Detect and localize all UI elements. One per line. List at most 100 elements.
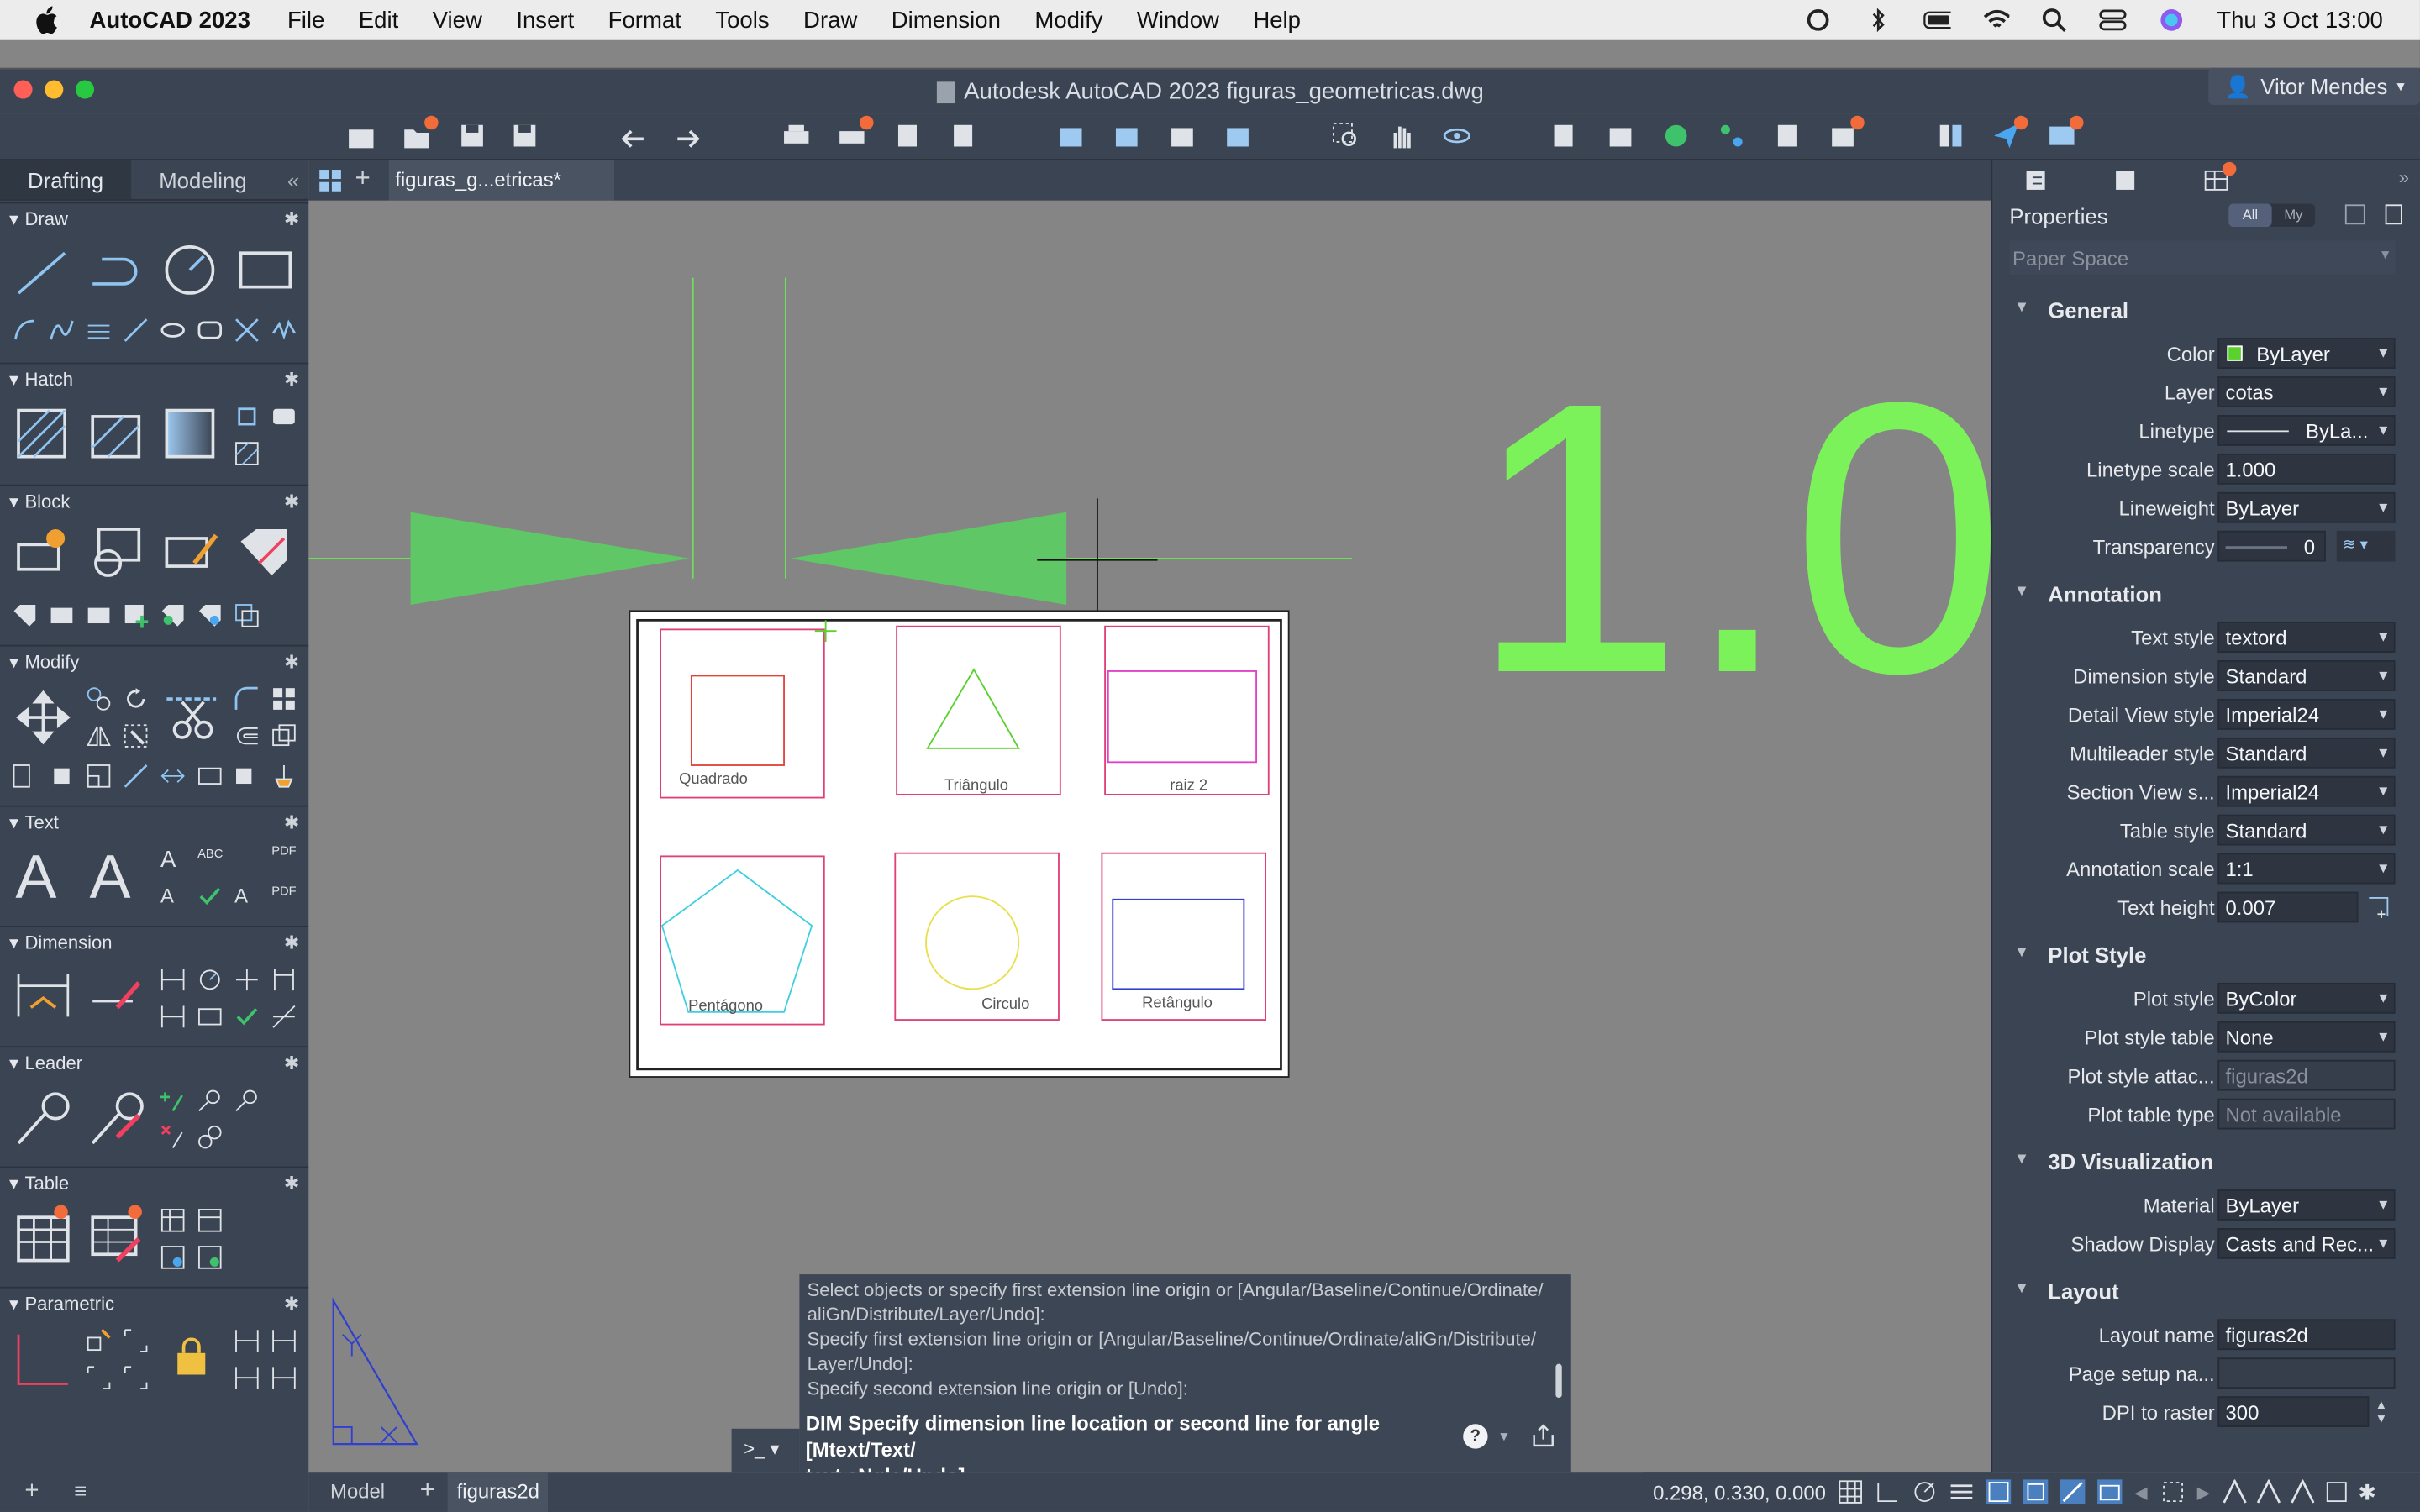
dpi-field[interactable]: 300: [2217, 1396, 2370, 1427]
shadow-display-dropdown[interactable]: Casts and Rec...: [2217, 1228, 2396, 1259]
aligned-constraint-icon[interactable]: [271, 1328, 296, 1352]
new-tab-button[interactable]: +: [355, 164, 370, 195]
ordinate-dim-icon[interactable]: [160, 1005, 185, 1029]
section-table-header[interactable]: ▾ Table ✱: [0, 1168, 308, 1199]
fillet-tool-icon[interactable]: [234, 686, 259, 711]
ray-tool-icon[interactable]: [124, 318, 148, 342]
layer-walk-icon[interactable]: [1772, 120, 1803, 151]
gradient-tool-icon[interactable]: [164, 407, 215, 459]
command-input-button[interactable]: >_ ▾: [731, 1428, 800, 1473]
filter-all-button[interactable]: All: [2228, 203, 2272, 227]
coordinates-readout[interactable]: 0.298, 0.330, 0.000: [1653, 1480, 1826, 1504]
collect-leader-icon[interactable]: [234, 1088, 259, 1112]
layer-dropdown[interactable]: cotas: [2217, 376, 2396, 407]
add-palette-icon[interactable]: +: [24, 1478, 39, 1506]
pan-hand-icon[interactable]: [1386, 120, 1417, 151]
publish-icon[interactable]: [892, 120, 923, 151]
multiline-text-icon[interactable]: A: [15, 847, 56, 908]
menu-help[interactable]: Help: [1253, 7, 1301, 33]
hatch-lines-icon[interactable]: [87, 318, 111, 342]
section-draw-header[interactable]: ▾ Draw ✱: [0, 203, 308, 234]
layout-name-field[interactable]: figuras2d: [2217, 1319, 2396, 1351]
show-constraints-icon[interactable]: [124, 1365, 148, 1389]
rotate-tool-icon[interactable]: [124, 686, 148, 711]
dim-edit-icon[interactable]: [197, 1005, 222, 1029]
selection-dropdown[interactable]: Paper Space ▾: [2009, 240, 2396, 275]
tab-modeling[interactable]: Modeling: [131, 160, 274, 199]
hatch-tool-icon[interactable]: [15, 407, 66, 459]
gear-icon[interactable]: ✱: [284, 1293, 299, 1315]
find-text-icon[interactable]: A: [160, 884, 185, 908]
zoom-window-icon[interactable]: [1330, 120, 1361, 151]
pdf-import-icon[interactable]: PDF: [271, 884, 296, 908]
move-tool-icon[interactable]: [15, 690, 71, 745]
linear-constraint-icon[interactable]: [234, 1328, 259, 1352]
material-dropdown[interactable]: ByLayer: [2217, 1189, 2396, 1221]
constraint-bar-icon[interactable]: [87, 1365, 111, 1389]
plot-style-table-dropdown[interactable]: None: [2217, 1021, 2396, 1053]
trim-tool-icon[interactable]: [164, 686, 217, 739]
control-center-icon[interactable]: [2100, 9, 2128, 31]
xline-tool-icon[interactable]: [234, 318, 259, 342]
multileader-style-icon[interactable]: [90, 1091, 144, 1145]
cloud-save-icon[interactable]: [1223, 120, 1254, 151]
dimensional-constraint-icon[interactable]: [164, 1328, 201, 1365]
rectangle-tool-icon[interactable]: [238, 250, 292, 289]
gear-icon[interactable]: ✱: [284, 932, 299, 953]
check-text-icon[interactable]: [197, 884, 222, 908]
auto-scale-icon[interactable]: [2256, 1478, 2281, 1504]
transparency-field[interactable]: 0: [2217, 530, 2326, 562]
group-general[interactable]: ▼ General: [1992, 291, 2420, 328]
gear-icon[interactable]: ✱: [284, 811, 299, 833]
auto-constrain-icon[interactable]: [87, 1328, 111, 1352]
undo-icon[interactable]: [618, 120, 649, 151]
table-refresh-icon[interactable]: [197, 1245, 222, 1269]
command-window[interactable]: Select objects or specify first extensio…: [799, 1274, 1571, 1488]
plot-style-dropdown[interactable]: ByColor: [2217, 982, 2396, 1014]
pdf-text-icon[interactable]: PDF: [271, 844, 296, 869]
selection-cycling-icon[interactable]: [2023, 1479, 2049, 1504]
menu-draw[interactable]: Draw: [803, 7, 857, 33]
insert-block-icon[interactable]: [15, 526, 66, 571]
collapse-properties-icon[interactable]: »: [2399, 166, 2409, 188]
open-file-icon[interactable]: [402, 115, 439, 151]
group-plot-style[interactable]: ▼ Plot Style: [1992, 937, 2420, 974]
export-icon[interactable]: [1111, 120, 1142, 151]
wifi-icon[interactable]: [1982, 9, 2011, 31]
dpi-stepper[interactable]: ▲ ▼: [2375, 1398, 2388, 1425]
oblique-dim-icon[interactable]: [271, 1005, 296, 1029]
spline-tool-icon[interactable]: [50, 318, 74, 342]
linetype-dropdown[interactable]: ByLa...: [2217, 415, 2396, 446]
gear-icon[interactable]: ✱: [284, 208, 299, 230]
layer-properties-icon[interactable]: [1549, 120, 1581, 151]
layer-merge-icon[interactable]: [1828, 115, 1865, 151]
save-as-icon[interactable]: [509, 120, 540, 151]
chevron-down-icon[interactable]: ▾: [1500, 1425, 1507, 1450]
section-hatch-header[interactable]: ▾ Hatch ✱: [0, 364, 308, 395]
stretch-tool-icon[interactable]: [124, 723, 148, 748]
boundary-tool-icon[interactable]: [234, 404, 259, 428]
baseline-dim-icon[interactable]: [271, 968, 296, 992]
plot-icon[interactable]: [781, 120, 812, 151]
batch-plot-icon[interactable]: [836, 115, 874, 151]
menu-dimension[interactable]: Dimension: [892, 7, 1001, 33]
super-hatch-icon[interactable]: [234, 441, 259, 465]
linetype-scale-field[interactable]: 1.000: [2217, 453, 2396, 485]
dimension-text[interactable]: 1.0: [1470, 345, 1991, 731]
lineweight-dropdown[interactable]: ByLayer: [2217, 491, 2396, 523]
radius-dim-icon[interactable]: [197, 968, 222, 992]
edit-polyline-icon[interactable]: [197, 764, 222, 788]
continue-dim-icon[interactable]: [234, 968, 259, 992]
lineweight-icon[interactable]: [1949, 1479, 1974, 1504]
add-leader-icon[interactable]: [160, 1088, 185, 1112]
section-text-header[interactable]: ▾ Text ✱: [0, 807, 308, 838]
battery-icon[interactable]: [1923, 9, 1952, 31]
text-style-dropdown[interactable]: textord: [2217, 622, 2396, 653]
multileader-style-dropdown[interactable]: Standard: [2217, 737, 2396, 769]
gear-icon[interactable]: ✱: [284, 491, 299, 512]
multileader-icon[interactable]: [15, 1091, 70, 1145]
zoom-window-button[interactable]: [75, 80, 95, 99]
circle-tool-icon[interactable]: [164, 244, 215, 295]
angular-constraint-icon[interactable]: [271, 1365, 296, 1389]
revcloud-tool-icon[interactable]: [271, 318, 297, 342]
